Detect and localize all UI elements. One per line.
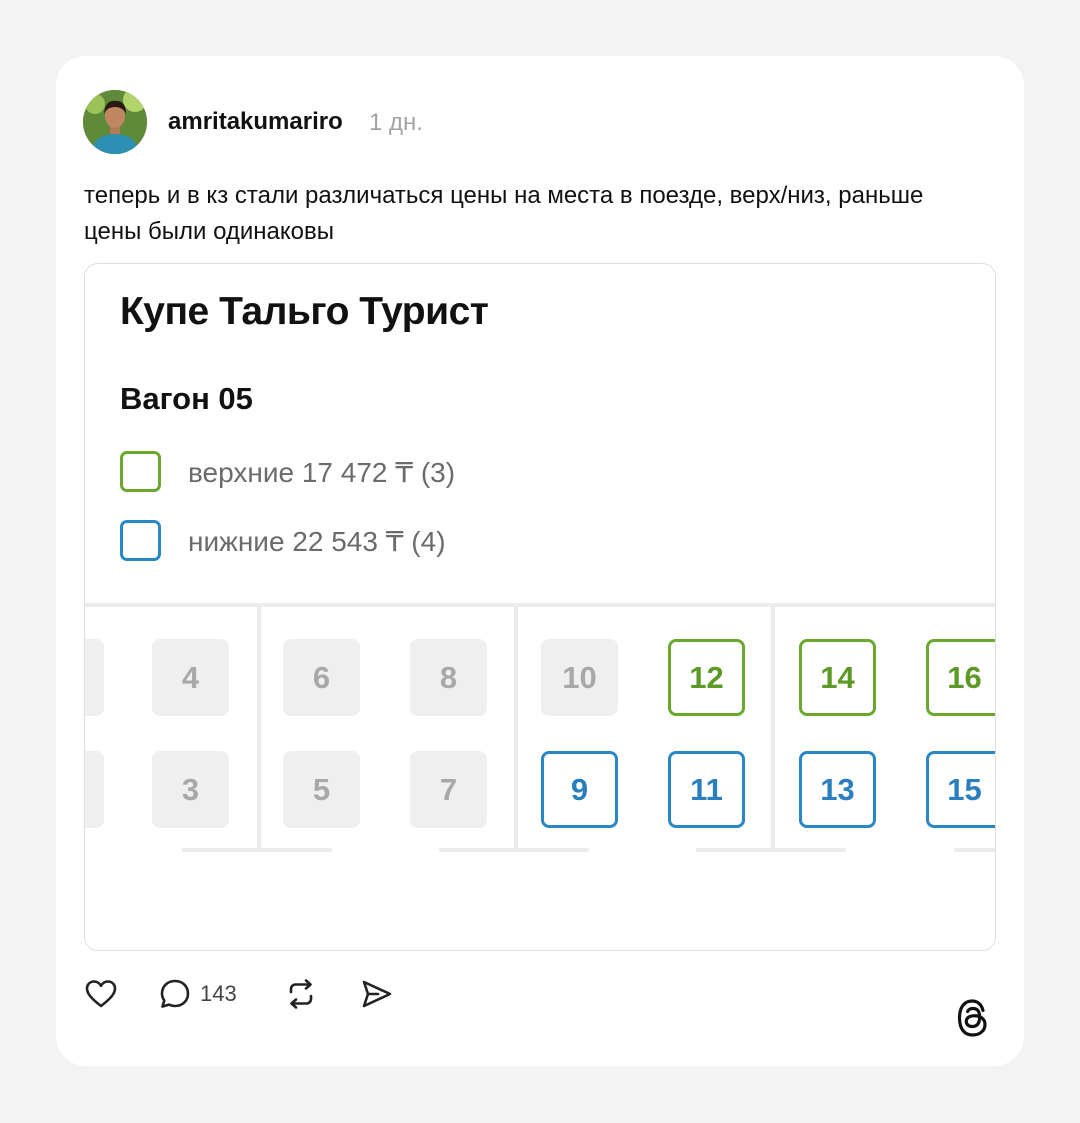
compartment-divider: [771, 607, 775, 849]
compartment-divider: [257, 607, 261, 849]
compartment-table: [182, 848, 332, 852]
post-text: теперь и в кз стали различаться цены на …: [84, 182, 924, 245]
share-button[interactable]: [360, 976, 394, 1012]
repost-icon: [289, 979, 313, 1009]
heart-icon: [85, 980, 117, 1008]
legend-upper-swatch: [120, 451, 161, 492]
seat-partial: [85, 639, 104, 716]
seat-partial: [85, 751, 104, 828]
seat-3: 3: [152, 751, 229, 828]
seat-9[interactable]: 9: [541, 751, 618, 828]
legend-upper-label: верхние 17 472 ₸ (3): [188, 457, 456, 488]
compartment-table: [439, 848, 589, 852]
seat-8: 8: [410, 639, 487, 716]
seat-16[interactable]: 16: [926, 639, 995, 716]
repost-button[interactable]: [284, 976, 318, 1012]
share-icon: [362, 980, 392, 1008]
post-card: amritakumariro 1 дн. теперь и в кз стали…: [56, 56, 1024, 1066]
compartment-table: [696, 848, 846, 852]
seat-14[interactable]: 14: [799, 639, 876, 716]
reply-button[interactable]: 143: [158, 976, 237, 1012]
car-label: Вагон 05: [120, 381, 253, 416]
seat-5: 5: [283, 751, 360, 828]
seat-12[interactable]: 12: [668, 639, 745, 716]
seat-15[interactable]: 15: [926, 751, 995, 828]
compartment-divider: [514, 607, 518, 849]
threads-logo-icon: [957, 999, 987, 1037]
seat-4: 4: [152, 639, 229, 716]
seat-10: 10: [541, 639, 618, 716]
attached-image[interactable]: Купе Тальго Турист Вагон 05 верхние 17 4…: [84, 263, 996, 951]
seat-11[interactable]: 11: [668, 751, 745, 828]
image-title: Купе Тальго Турист: [120, 290, 489, 333]
avatar[interactable]: [83, 90, 147, 154]
legend-lower-label: нижние 22 543 ₸ (4): [188, 526, 446, 557]
compartment-table: [954, 848, 995, 852]
comment-icon: [160, 979, 190, 1008]
seat-6: 6: [283, 639, 360, 716]
username[interactable]: amritakumariro: [168, 108, 343, 136]
seat-map: 4 3 6 8 5 7 10 12 9 11 14 16 13 15: [85, 603, 995, 867]
seat-7: 7: [410, 751, 487, 828]
post-time: 1 дн.: [369, 109, 423, 136]
legend-lower-swatch: [120, 520, 161, 561]
seat-13[interactable]: 13: [799, 751, 876, 828]
reply-count: 143: [200, 981, 237, 1006]
like-button[interactable]: [84, 976, 118, 1012]
